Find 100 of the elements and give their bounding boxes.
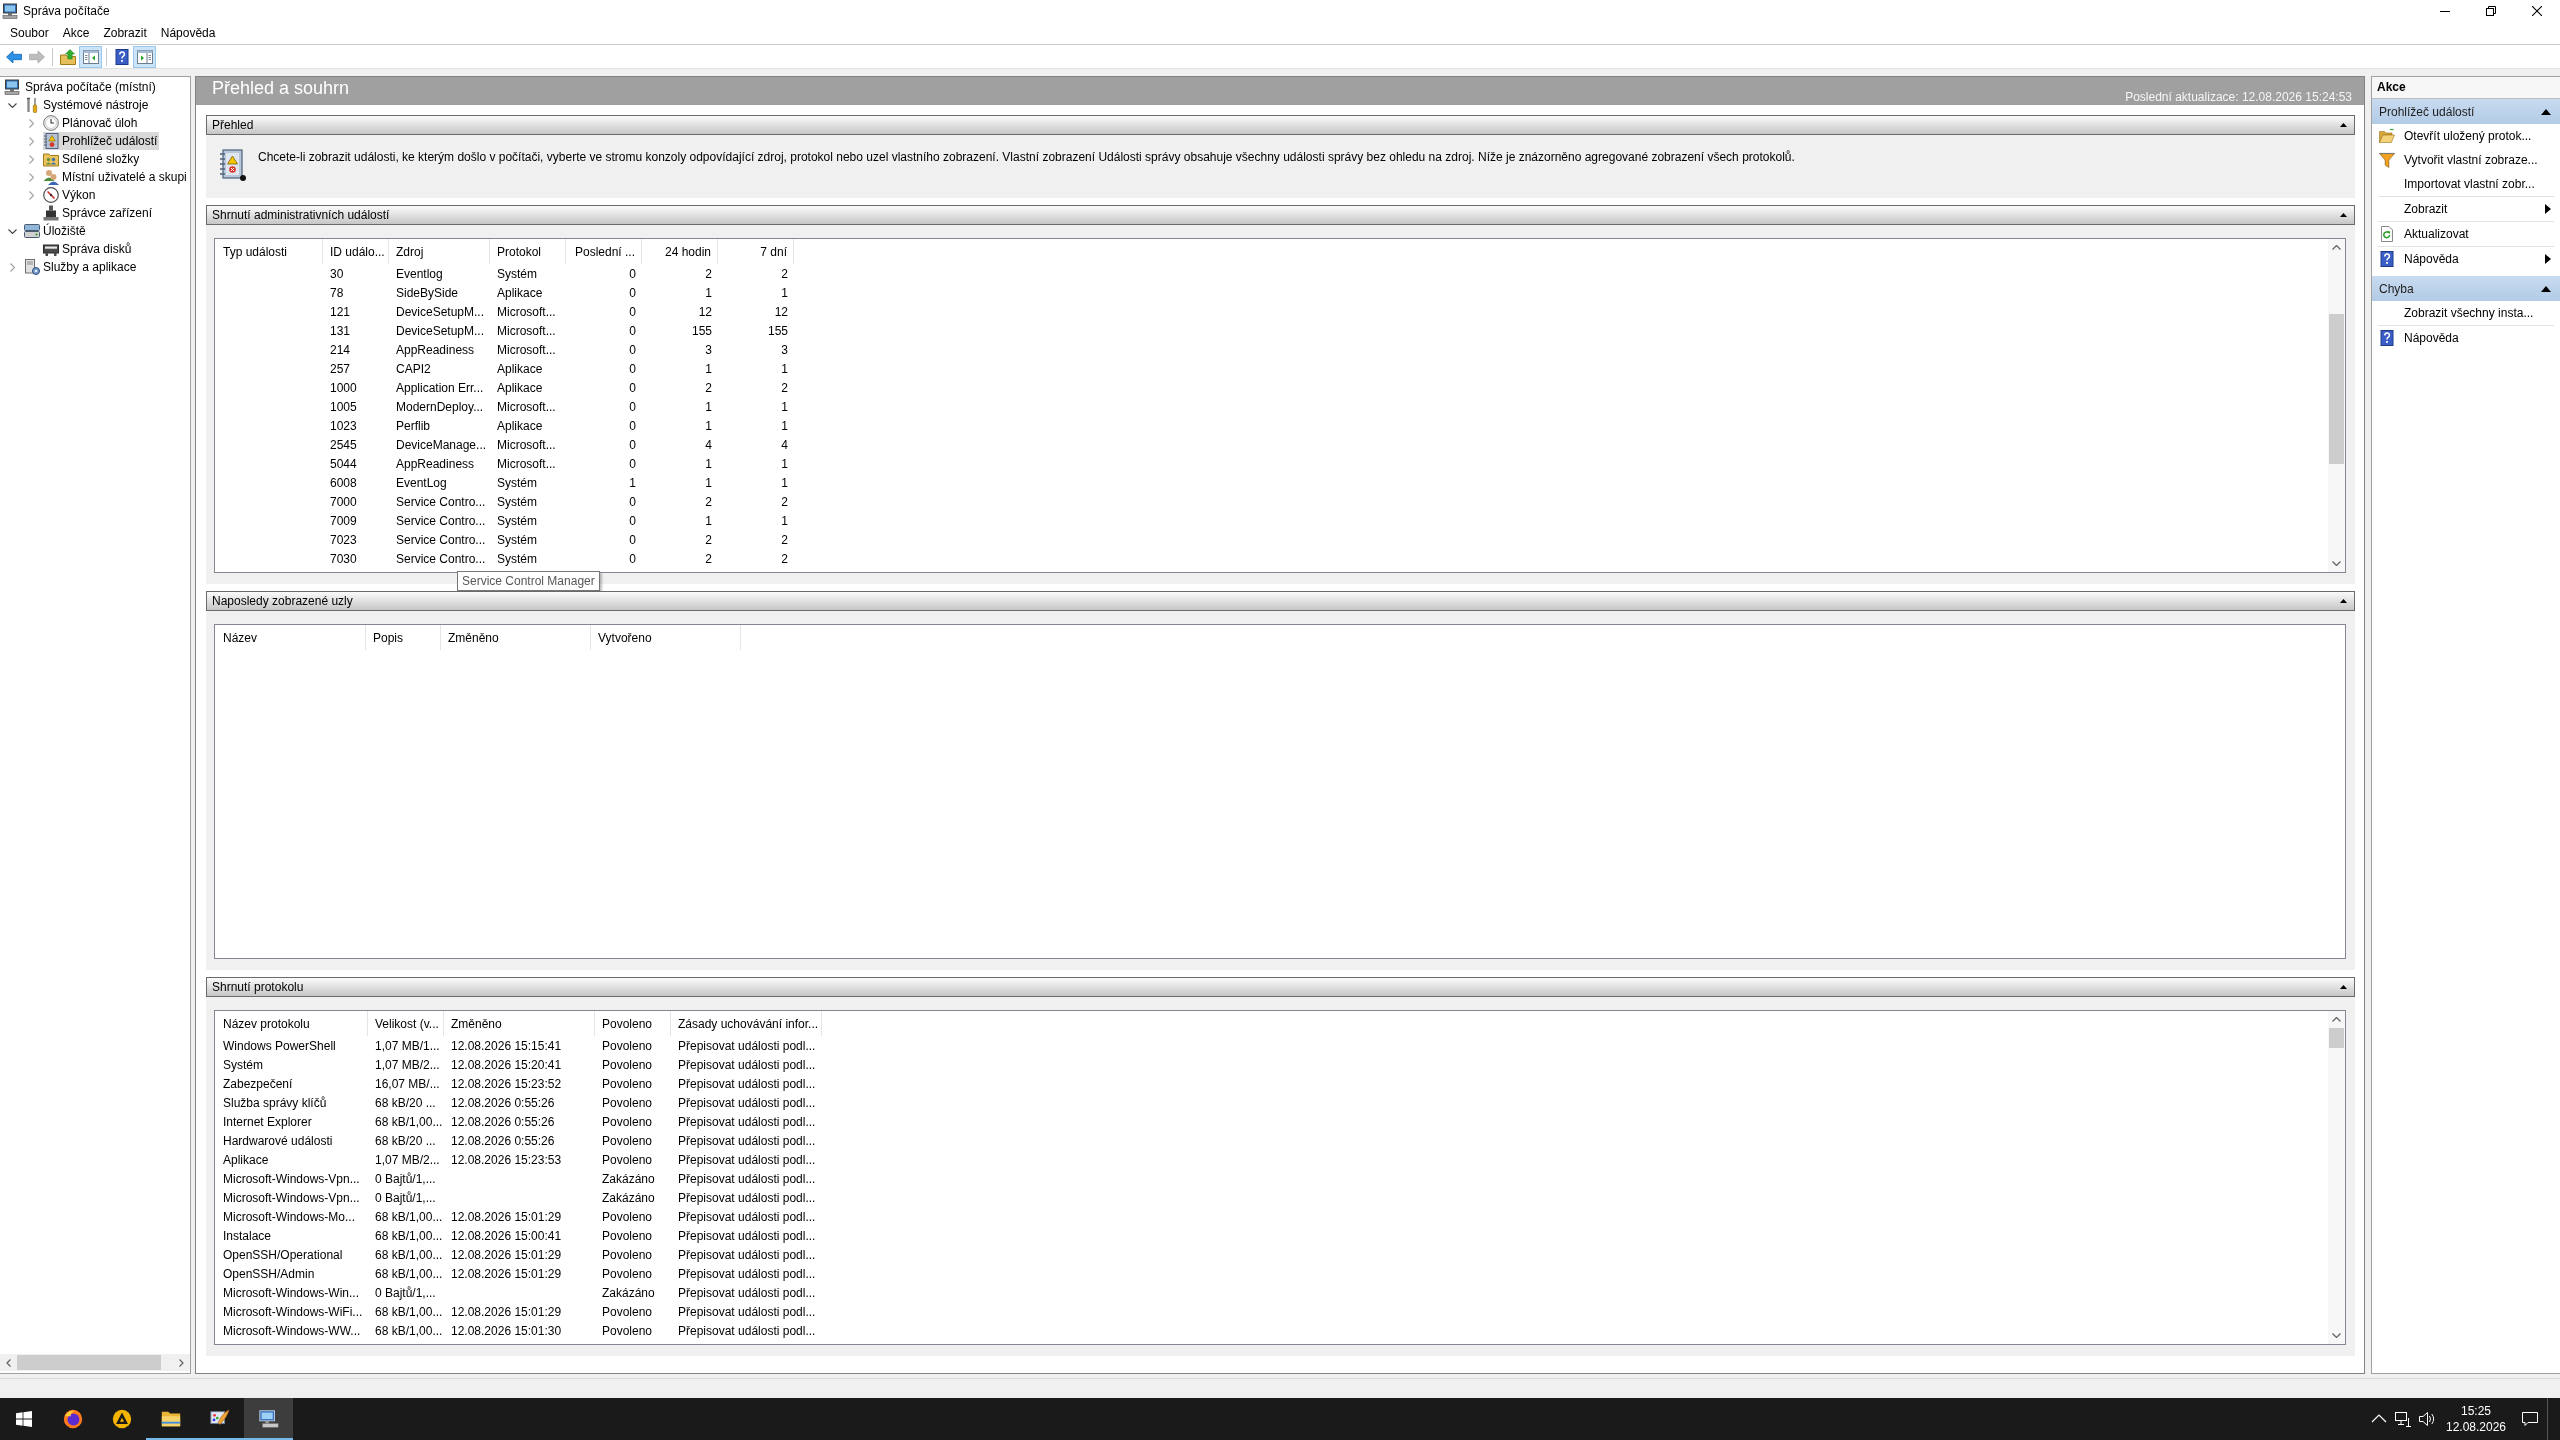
submenu-arrow-icon [2545,204,2551,214]
table-cell-text: Systém [496,493,538,511]
column-header[interactable]: Poslední ... [566,239,642,264]
tree-item[interactable]: Sdílené složky [43,150,142,168]
table-cell-text: 0 [628,398,637,416]
action-item[interactable]: Nápověda [2378,246,2554,271]
table-cell-text: 0 [628,531,637,549]
scroll-down-icon[interactable] [2332,561,2341,566]
notifications-icon [2522,1411,2538,1427]
disk-drive-icon [43,241,59,257]
column-header[interactable]: Protokol [490,239,566,264]
clock[interactable]: 15:25 12.08.2026 [2439,1398,2513,1440]
table-cell-text: 12.08.2026 15:01:29 [450,1208,563,1226]
menu-item[interactable]: Soubor [3,23,56,43]
tree-item[interactable]: Systémové nástroje [24,96,151,114]
column-header[interactable]: Vytvořeno [591,625,741,650]
tree-item[interactable]: Správa disků [43,240,134,258]
taskbar-button[interactable] [244,1398,293,1440]
tree-item[interactable]: Prohlížeč událostí [43,132,160,150]
tree-item[interactable]: Správce zařízení [43,204,155,222]
chevron-down-icon[interactable] [8,228,17,234]
column-header[interactable]: Zásady uchovávání infor... [671,1011,822,1036]
chevron-right-icon[interactable] [29,190,34,200]
tree-item[interactable]: Úložiště [24,222,88,240]
submenu-arrow-icon [2545,254,2551,264]
action-item[interactable]: Importovat vlastní zobr... [2378,172,2554,196]
tree-item[interactable]: Správa počítače (místní) [4,78,158,96]
tree-item[interactable]: Výkon [43,186,98,204]
column-header[interactable]: Povoleno [595,1011,671,1036]
collapse-arrow-icon[interactable] [2340,599,2347,603]
column-header[interactable]: Název protokolu [215,1011,368,1036]
scroll-down-icon[interactable] [2332,1333,2341,1338]
scroll-right-icon[interactable] [179,1358,184,1367]
table-cell-text: Microsoft-Windows-Vpn... [222,1189,361,1207]
action-item[interactable]: Zobrazit všechny insta... [2378,301,2554,325]
column-header[interactable]: Zdroj [389,239,490,264]
table-cell-text: 12.08.2026 15:01:29 [450,1303,563,1321]
table-cell-text: Přepisovat události podl... [677,1037,817,1055]
table-cell-text: 30 [329,265,345,283]
chevron-right-icon[interactable] [29,172,34,182]
table-cell-text: Microsoft-Windows-WiFi... [222,1303,364,1321]
collapse-arrow-icon[interactable] [2340,123,2347,127]
menu-item[interactable]: Zobrazit [96,23,154,43]
console-tree-toggle[interactable] [79,45,102,68]
table-cell-text: Microsoft-Windows-Mo... [222,1208,357,1226]
table-cell-text: 68 kB/1,00... [374,1322,444,1340]
action-item[interactable]: Otevřít uložený protok... [2378,124,2554,148]
tree-item[interactable]: Služby a aplikace [24,258,139,276]
column-header[interactable]: 7 dní [718,239,794,264]
action-item[interactable]: Nápověda [2378,325,2554,350]
scroll-up-icon[interactable] [2332,1017,2341,1022]
column-header[interactable]: Typ události [215,239,323,264]
action-item[interactable]: Vytvořit vlastní zobraze... [2378,148,2554,172]
table-cell-text: 7009 [329,512,358,530]
chevron-down-icon[interactable] [8,102,17,108]
table-cell-text: 3 [704,341,713,359]
table-cell-text: 1 [704,474,713,492]
tree-item[interactable]: Plánovač úloh [43,114,140,132]
action-pane-toggle[interactable] [133,45,156,68]
pane-title: Akce [2372,77,2560,99]
menu-item[interactable]: Nápověda [153,23,223,43]
column-header[interactable]: ID událo... [323,239,389,264]
chevron-right-icon[interactable] [29,136,34,146]
table-cell-text: 12 [773,303,789,321]
table-cell-text: 12.08.2026 15:23:53 [450,1151,563,1169]
table-cell-text: Systém [496,550,538,568]
table-cell-text: Service Contro... [395,512,487,530]
menu-item[interactable]: Akce [55,23,97,43]
chevron-right-icon[interactable] [10,262,15,272]
tree-item[interactable]: Místní uživatelé a skupi [43,168,189,186]
action-item[interactable]: Zobrazit [2378,196,2554,221]
scrollbar-thumb[interactable] [2329,1028,2344,1048]
table-cell-text: Systém [496,531,538,549]
table-cell-text: 68 kB/1,00... [374,1208,444,1226]
table-cell-text: 4 [780,436,789,454]
collapse-arrow-icon[interactable] [2340,213,2347,217]
column-header[interactable]: 24 hodin [642,239,718,264]
scrollbar-thumb[interactable] [17,1355,161,1370]
scrollbar-thumb[interactable] [2329,314,2344,464]
collapse-arrow-icon[interactable] [2541,108,2551,115]
action-item[interactable]: Aktualizovat [2378,221,2554,246]
scroll-left-icon[interactable] [6,1358,11,1367]
table-cell-text: 7000 [329,493,358,511]
table-cell-text: 12.08.2026 15:00:41 [450,1227,563,1245]
column-header[interactable]: Velikost (v... [368,1011,444,1036]
column-header[interactable]: Popis [366,625,441,650]
chevron-right-icon[interactable] [29,154,34,164]
table-cell-text: Povoleno [601,1075,654,1093]
collapse-arrow-icon[interactable] [2340,985,2347,989]
table-cell-text: 68 kB/1,00... [374,1246,444,1264]
collapse-arrow-icon[interactable] [2541,285,2551,292]
column-header[interactable]: Změněno [444,1011,595,1036]
scroll-up-icon[interactable] [2332,245,2341,250]
chevron-right-icon[interactable] [29,118,34,128]
column-header[interactable]: Změněno [441,625,591,650]
table-cell-text: Přepisovat události podl... [677,1056,817,1074]
browser-icon [61,1408,84,1430]
section-title: Naposledy zobrazené uzly [212,594,353,608]
table-cell-text: Zakázáno [601,1189,656,1207]
column-header[interactable]: Název [215,625,366,650]
